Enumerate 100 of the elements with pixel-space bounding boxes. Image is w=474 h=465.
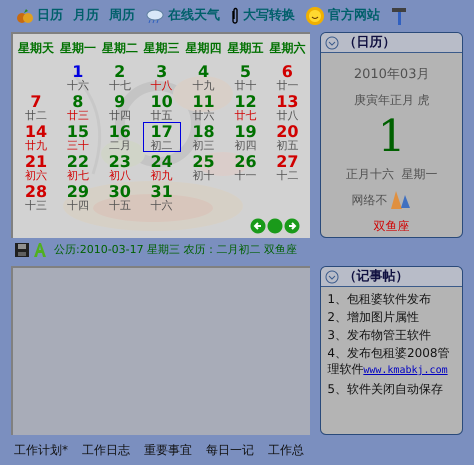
day-cell[interactable]: 1 十六 [58,62,97,92]
day-number: 18 [192,124,215,140]
day-cell[interactable]: 9 廿四 [100,92,139,122]
weekday-header: 星期天 [16,40,55,57]
day-cell[interactable]: 10 廿五 [142,92,181,122]
day-cell[interactable]: 17 初二 [142,122,181,152]
day-number: 11 [192,94,215,110]
day-cell[interactable]: 18 初三 [184,122,223,152]
day-cell[interactable]: 28 十三 [17,182,55,212]
day-cell[interactable]: 13 廿八 [268,92,306,122]
lunar-date: 十六 [150,200,173,210]
lunar-date: 廿六 [192,110,215,120]
day-cell[interactable]: 24 初九 [142,152,181,182]
lunar-date: 十三 [24,200,47,210]
day-number: 20 [276,124,298,140]
day-number: 22 [66,154,89,170]
bottom-tab[interactable]: 每日一记 [206,441,254,459]
network-status: 网络不 [352,192,388,208]
day-cell[interactable]: 14 廿九 [17,122,55,152]
day-number: 28 [24,184,48,200]
lunar-year: 庚寅年正月 虎 [354,92,430,108]
day-cell[interactable]: 22 初七 [58,152,97,182]
day-number: 26 [234,154,257,170]
day-number: 21 [24,154,48,170]
lunar-date: 廿九 [24,140,47,150]
day-cell[interactable]: 31 十六 [142,182,181,212]
day-cell[interactable]: 8 廿三 [58,92,97,122]
lunar-date: 十二 [276,170,298,180]
bottom-tab[interactable]: 工作总 [268,441,304,459]
day-cell[interactable]: 12 廿七 [226,92,264,122]
panel-title: （日历） [343,34,396,52]
day-number: 6 [282,64,293,80]
day-number: 27 [276,154,298,170]
bottom-tab[interactable]: 工作日志 [82,441,130,459]
day-cell[interactable]: 29 十四 [58,182,97,212]
note-item: 5、软件关闭自动保存 [327,381,444,397]
day-number: 13 [276,94,298,110]
day-number: 12 [234,94,257,110]
bottom-tab[interactable]: 重要事宜 [144,441,192,459]
lunar-date: 廿四 [108,110,131,120]
day-cell[interactable]: 20 初五 [268,122,306,152]
day-number: 14 [24,124,48,140]
save-icon[interactable] [15,243,29,257]
day-number: 24 [150,154,173,170]
zodiac-sign: 双鱼座 [374,218,410,234]
lunar-date: 初六 [24,170,47,180]
chevron-down-icon[interactable] [325,36,340,50]
day-number: 31 [150,184,173,200]
day-number: 29 [66,184,89,200]
day-cell[interactable]: 15 三十 [58,122,97,152]
day-cell[interactable]: 5 廿十 [226,62,264,92]
lunar-date: 初二 [150,140,173,150]
lunar-date: 廿三 [66,110,89,120]
panel-title: （记事帖） [343,268,408,286]
status-text: 公历:2010-03-17 星期三 农历：二月初二 双鱼座 [54,242,298,258]
lunar-date: 廿二 [24,110,47,120]
day-number: 9 [114,94,126,110]
month-label: 2010年03月 [354,66,430,84]
day-cell[interactable]: 16 二月 [100,122,139,152]
lunar-date: 三十 [66,140,89,150]
day-number: 19 [234,124,257,140]
day-number: 2 [114,64,126,80]
day-number: 8 [72,94,84,110]
day-cell[interactable]: 4 十九 [184,62,223,92]
weekday-header: 星期五 [226,40,264,57]
lunar-date: 十一 [234,170,256,180]
lunar-date: 十九 [192,80,215,90]
day-number: 15 [66,124,89,140]
day-cell[interactable]: 27 十二 [268,152,306,182]
day-cell[interactable]: 2 十七 [100,62,139,92]
today-dot-icon[interactable] [267,218,284,234]
day-cell[interactable]: 19 初四 [226,122,264,152]
day-cell[interactable]: 30 十五 [100,182,139,212]
lunar-date: 十四 [66,200,89,210]
day-cell[interactable]: 21 初六 [17,152,55,182]
bottom-tab[interactable]: 工作计划* [14,441,68,459]
day-cell[interactable]: 25 初十 [184,152,223,182]
lunar-date: 廿五 [150,110,173,120]
day-number: 10 [150,94,173,110]
day-number: 17 [150,124,173,140]
lunar-date: 十五 [108,200,131,210]
day-cell[interactable]: 7 廿二 [17,92,55,122]
weekday-header: 星期四 [184,40,223,57]
day-cell[interactable]: 23 初八 [100,152,139,182]
day-number: 4 [198,64,210,80]
note-link[interactable]: www.kmabkj.com [363,365,448,376]
day-cell[interactable]: 11 廿六 [184,92,223,122]
chevron-down-icon[interactable] [325,270,340,284]
lunar-date: 初三 [192,140,215,150]
lunar-date: 初七 [66,170,89,180]
lunar-date: 初五 [276,140,298,150]
day-cell[interactable]: 3 十八 [142,62,181,92]
day-number: 1 [72,64,84,80]
big-day-number: 1 [378,114,406,158]
fruit-icon [16,8,34,24]
lunar-date: 初十 [192,170,215,180]
day-cell[interactable]: 26 十一 [226,152,264,182]
lunar-date: 廿八 [276,110,298,120]
day-number: 25 [192,154,215,170]
day-cell[interactable]: 6 廿一 [268,62,306,92]
